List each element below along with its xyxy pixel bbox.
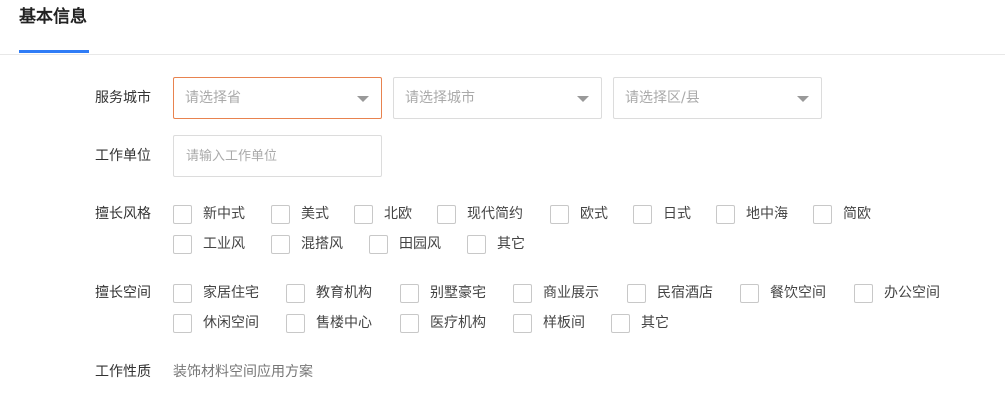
checkbox-box[interactable] [271,204,290,224]
active-tab-indicator [19,50,89,53]
space-checkbox[interactable]: 售楼中心 [286,313,372,333]
space-checkbox[interactable]: 餐饮空间 [740,283,826,303]
work-unit-input[interactable] [173,135,382,177]
space-checkbox[interactable]: 样板间 [513,313,585,333]
space-checkbox[interactable]: 医疗机构 [400,313,486,333]
section-header: 基本信息 [0,0,1005,55]
checkbox-box[interactable] [633,204,652,224]
style-checkbox[interactable]: 美式 [271,204,329,224]
checkbox-label: 教育机构 [316,285,372,301]
checkbox-box[interactable] [400,313,419,333]
work-nature-value: 装饰材料空间应用方案 [173,364,313,380]
style-checkbox[interactable]: 现代简约 [437,204,523,224]
style-checkbox[interactable]: 欧式 [550,204,608,224]
style-checkbox[interactable]: 简欧 [813,204,871,224]
checkbox-label: 日式 [663,206,691,222]
section-title: 基本信息 [19,7,87,27]
style-checkbox[interactable]: 新中式 [173,204,245,224]
checkbox-box[interactable] [513,313,532,333]
checkbox-label: 餐饮空间 [770,285,826,301]
checkbox-box[interactable] [286,313,305,333]
checkbox-box[interactable] [369,234,388,254]
checkbox-box[interactable] [173,283,192,303]
space-checkbox[interactable]: 办公空间 [854,283,940,303]
space-checkbox[interactable]: 其它 [611,313,669,333]
checkbox-label: 北欧 [384,206,412,222]
district-select[interactable]: 请选择区/县 [613,77,822,119]
checkbox-box[interactable] [611,313,630,333]
checkbox-label: 办公空间 [884,285,940,301]
chevron-down-icon [797,96,809,102]
city-select[interactable]: 请选择城市 [393,77,602,119]
styles-label: 擅长风格 [95,206,151,222]
checkbox-label: 美式 [301,206,329,222]
checkbox-box[interactable] [286,283,305,303]
checkbox-label: 样板间 [543,315,585,331]
checkbox-box[interactable] [271,234,290,254]
checkbox-label: 现代简约 [467,206,523,222]
style-checkbox[interactable]: 地中海 [716,204,788,224]
spaces-label: 擅长空间 [95,285,151,301]
checkbox-box[interactable] [437,204,456,224]
space-checkbox[interactable]: 民宿酒店 [627,283,713,303]
checkbox-box[interactable] [467,234,486,254]
style-checkbox[interactable]: 其它 [467,234,525,254]
service-city-label: 服务城市 [95,90,151,106]
space-checkbox[interactable]: 商业展示 [513,283,599,303]
checkbox-label: 其它 [641,315,669,331]
checkbox-label: 欧式 [580,206,608,222]
checkbox-box[interactable] [354,204,373,224]
style-checkbox[interactable]: 北欧 [354,204,412,224]
checkbox-box[interactable] [716,204,735,224]
checkbox-box[interactable] [854,283,873,303]
checkbox-label: 地中海 [746,206,788,222]
checkbox-label: 工业风 [203,236,245,252]
checkbox-box[interactable] [813,204,832,224]
province-select-placeholder: 请选择省 [185,90,241,106]
work-nature-label: 工作性质 [95,364,151,380]
checkbox-box[interactable] [513,283,532,303]
checkbox-label: 混搭风 [301,236,343,252]
checkbox-box[interactable] [740,283,759,303]
checkbox-label: 简欧 [843,206,871,222]
chevron-down-icon [577,96,589,102]
checkbox-box[interactable] [173,204,192,224]
checkbox-label: 民宿酒店 [657,285,713,301]
checkbox-label: 田园风 [399,236,441,252]
style-checkbox[interactable]: 混搭风 [271,234,343,254]
district-select-placeholder: 请选择区/县 [625,90,700,106]
checkbox-label: 新中式 [203,206,245,222]
checkbox-label: 医疗机构 [430,315,486,331]
style-checkbox[interactable]: 田园风 [369,234,441,254]
space-checkbox[interactable]: 教育机构 [286,283,372,303]
space-checkbox[interactable]: 家居住宅 [173,283,259,303]
space-checkbox[interactable]: 别墅豪宅 [400,283,486,303]
province-select[interactable]: 请选择省 [173,77,382,119]
checkbox-box[interactable] [627,283,646,303]
checkbox-label: 家居住宅 [203,285,259,301]
checkbox-box[interactable] [400,283,419,303]
checkbox-box[interactable] [173,313,192,333]
space-checkbox[interactable]: 休闲空间 [173,313,259,333]
city-select-placeholder: 请选择城市 [405,90,475,106]
checkbox-box[interactable] [173,234,192,254]
checkbox-label: 售楼中心 [316,315,372,331]
checkbox-label: 其它 [497,236,525,252]
checkbox-box[interactable] [550,204,569,224]
work-unit-label: 工作单位 [95,148,151,164]
checkbox-label: 休闲空间 [203,315,259,331]
checkbox-label: 商业展示 [543,285,599,301]
style-checkbox[interactable]: 日式 [633,204,691,224]
chevron-down-icon [357,96,369,102]
style-checkbox[interactable]: 工业风 [173,234,245,254]
checkbox-label: 别墅豪宅 [430,285,486,301]
